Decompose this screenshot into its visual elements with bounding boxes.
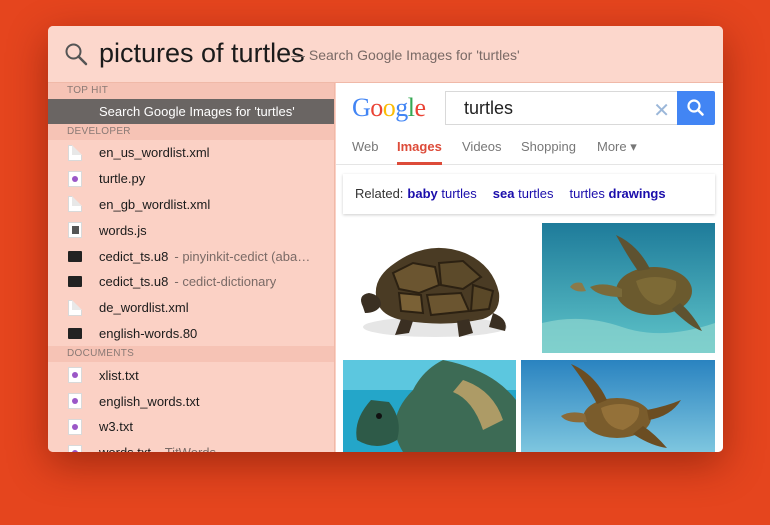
- logo-letter: l: [407, 93, 415, 122]
- list-item[interactable]: english-words.80: [48, 321, 334, 347]
- related-link[interactable]: turtles drawings: [570, 186, 666, 201]
- list-item[interactable]: english_words.txt: [48, 388, 334, 414]
- tab-more[interactable]: More ▾: [597, 139, 637, 165]
- sea-turtle-closeup-photo: [343, 360, 516, 452]
- python-file-icon: [68, 393, 82, 410]
- list-item[interactable]: cedict_ts.u8 - cedict-dictionary: [48, 269, 334, 295]
- image-result-box-turtle[interactable]: [343, 223, 536, 353]
- list-item-name: w3.txt: [99, 419, 133, 435]
- spotlight-search-bar[interactable]: pictures of turtles — Search Google Imag…: [48, 26, 723, 83]
- tab-videos[interactable]: Videos: [462, 139, 502, 165]
- search-icon: [687, 99, 704, 116]
- terminal-icon: [68, 250, 82, 262]
- google-tabs: Web Images Videos Shopping More ▾: [336, 131, 723, 165]
- related-label: Related:: [355, 186, 404, 201]
- related-link[interactable]: sea turtles: [493, 186, 554, 201]
- google-search-button[interactable]: [677, 91, 715, 125]
- sea-turtle-photo: [542, 223, 715, 353]
- swimming-turtle-photo: [521, 360, 715, 452]
- doc-icon: [68, 299, 82, 316]
- logo-letter: g: [395, 93, 408, 122]
- logo-letter: o: [382, 93, 396, 122]
- google-logo[interactable]: Google: [352, 93, 426, 123]
- list-item[interactable]: turtle.py: [48, 166, 334, 192]
- list-item-name: xlist.txt: [99, 367, 139, 383]
- list-item[interactable]: w3.txt: [48, 414, 334, 440]
- related-searches: Related: baby turtles sea turtles turtles d…: [343, 174, 715, 214]
- section-header-tophit: TOP HIT: [48, 83, 334, 99]
- terminal-icon: [68, 276, 82, 288]
- list-item-name: en_gb_wordlist.xml: [99, 196, 211, 212]
- spotlight-query[interactable]: pictures of turtles: [99, 38, 305, 69]
- python-file-icon: [68, 367, 82, 384]
- list-item-name: english-words.80: [99, 325, 198, 341]
- section-header-documents: DOCUMENTS: [48, 346, 334, 363]
- google-header: Google ✕: [336, 83, 723, 131]
- related-link-bold: sea: [492, 186, 515, 201]
- spotlight-window: pictures of turtles — Search Google Imag…: [48, 26, 723, 452]
- image-result-sea-turtle-1[interactable]: [542, 223, 715, 353]
- documents-list: xlist.txt english_words.txt w3.txt words.tx…: [48, 362, 334, 452]
- list-item-name: english_words.txt: [99, 393, 200, 409]
- google-search-box[interactable]: ✕: [445, 91, 680, 125]
- related-link-bold: drawings: [608, 186, 666, 201]
- google-search-input[interactable]: [446, 92, 636, 124]
- google-preview: Google ✕ Web Images Videos Shopping More ▾ R…: [336, 83, 723, 452]
- list-item[interactable]: cedict_ts.u8 - pinyinkit-cedict (aba…: [48, 243, 334, 269]
- related-link[interactable]: baby turtles: [407, 186, 476, 201]
- tab-shopping[interactable]: Shopping: [521, 139, 576, 165]
- logo-letter: G: [352, 93, 371, 122]
- developer-list: en_us_wordlist.xml turtle.py en_gb_wordlis…: [48, 140, 334, 346]
- list-item-name: turtle.py: [99, 171, 146, 187]
- python-file-icon: [68, 170, 82, 187]
- list-item[interactable]: words.txt - TitWords: [48, 440, 334, 452]
- list-item-name: de_wordlist.xml: [99, 300, 189, 316]
- list-item-subtitle: - pinyinkit-cedict (aba…: [174, 248, 311, 264]
- list-item-name: words.txt: [99, 445, 151, 452]
- related-link-bold: baby: [407, 186, 438, 201]
- doc-icon: [68, 196, 82, 213]
- tab-web[interactable]: Web: [352, 139, 379, 165]
- python-file-icon: [68, 444, 82, 452]
- js-file-icon: [68, 222, 82, 239]
- results-list: TOP HIT Search Google Images for 'turtle…: [48, 83, 335, 452]
- list-item-subtitle: - TitWords: [157, 445, 216, 452]
- logo-letter: e: [414, 93, 427, 122]
- clear-icon[interactable]: ✕: [653, 98, 670, 123]
- image-result-sea-turtle-2[interactable]: [343, 360, 516, 452]
- list-item-subtitle: - cedict-dictionary: [174, 274, 277, 290]
- logo-letter: o: [370, 93, 383, 122]
- doc-icon: [68, 144, 82, 161]
- list-item-name: cedict_ts.u8: [99, 274, 169, 290]
- tab-images[interactable]: Images: [397, 139, 442, 165]
- list-item-name: words.js: [99, 222, 147, 238]
- terminal-icon: [68, 327, 82, 339]
- spotlight-hint: — Search Google Images for 'turtles': [291, 47, 520, 63]
- list-item[interactable]: de_wordlist.xml: [48, 295, 334, 321]
- tophit-row[interactable]: Search Google Images for 'turtles': [48, 99, 334, 124]
- list-item[interactable]: words.js: [48, 217, 334, 243]
- related-link-text: turtles: [437, 186, 477, 201]
- list-item-name: cedict_ts.u8: [99, 248, 169, 264]
- python-file-icon: [68, 418, 82, 435]
- turtle-photo: [361, 247, 507, 337]
- search-icon: [65, 43, 88, 66]
- list-item-name: en_us_wordlist.xml: [99, 145, 210, 161]
- image-result-sea-turtle-3[interactable]: [521, 360, 715, 452]
- related-link-text: turtles: [514, 186, 554, 201]
- related-link-text: turtles: [569, 186, 609, 201]
- section-header-developer: DEVELOPER: [48, 124, 334, 140]
- list-item[interactable]: en_us_wordlist.xml: [48, 140, 334, 166]
- list-item[interactable]: xlist.txt: [48, 362, 334, 388]
- list-item[interactable]: en_gb_wordlist.xml: [48, 192, 334, 218]
